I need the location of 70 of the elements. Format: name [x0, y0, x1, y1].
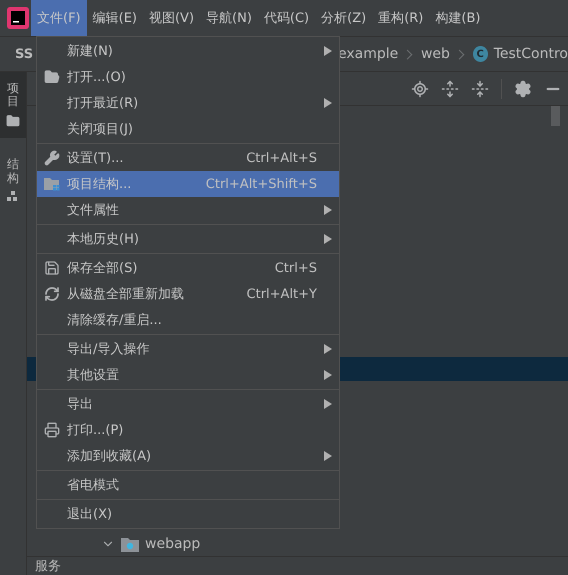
menu-item-label: 设置(T)... — [67, 150, 124, 167]
web-folder-icon — [121, 536, 139, 552]
menu-bar-item[interactable]: 编辑(E) — [86, 0, 143, 36]
breadcrumb[interactable]: example — [338, 46, 398, 62]
refresh-icon — [44, 286, 60, 302]
printer-icon — [44, 422, 60, 438]
menu-item[interactable]: 添加到收藏(A) — [37, 443, 339, 469]
menu-item-label: 其他设置 — [67, 367, 120, 384]
side-tab-label: 项目 — [7, 82, 19, 108]
menu-item[interactable]: 省电模式 — [37, 472, 339, 498]
side-tab[interactable]: 项目 — [0, 72, 26, 138]
services-tab[interactable]: 服务 — [35, 557, 61, 575]
menu-item-label: 保存全部(S) — [67, 260, 138, 277]
expand-all-icon[interactable] — [441, 80, 459, 98]
menu-bar-item[interactable]: 导航(N) — [200, 0, 258, 36]
menu-item-label: 退出(X) — [67, 506, 114, 523]
menu-item[interactable]: 打印...(P) — [37, 417, 339, 443]
menu-item[interactable]: 打开最近(R) — [37, 90, 339, 116]
menu-item-label: 新建(N) — [67, 43, 114, 60]
scrollbar-thumb[interactable] — [551, 106, 560, 126]
menu-item[interactable]: 文件属性 — [37, 197, 339, 223]
structure-icon — [7, 190, 19, 203]
menu-item[interactable]: 导出/导入操作 — [37, 336, 339, 362]
menu-item[interactable]: 导出 — [37, 391, 339, 417]
menu-item-label: 文件属性 — [67, 202, 120, 219]
menu-item[interactable]: 退出(X) — [37, 501, 339, 527]
menu-item-label: 打开最近(R) — [67, 95, 140, 112]
menu-bar-item[interactable]: 视图(V) — [142, 0, 200, 36]
settings-icon[interactable] — [514, 80, 532, 98]
menu-item[interactable]: 清除缓存/重启... — [37, 307, 339, 333]
menu-bar-item[interactable]: 代码(C) — [258, 0, 316, 36]
class-icon: C — [472, 46, 488, 62]
breadcrumb[interactable]: TestContro — [494, 46, 568, 62]
side-tab[interactable]: 结构 — [0, 148, 26, 213]
menu-bar-item[interactable]: 分析(Z) — [315, 0, 372, 36]
menu-bar-item[interactable]: 构建(B) — [429, 0, 486, 36]
side-tab-label: 结构 — [7, 158, 19, 185]
menu-item-label: 省电模式 — [67, 477, 120, 494]
menu-item[interactable]: 保存全部(S) Ctrl+S — [37, 255, 339, 281]
menu-item[interactable]: 从磁盘全部重新加载 Ctrl+Alt+Y — [37, 281, 339, 307]
shortcut-label: Ctrl+Alt+Shift+S — [204, 176, 317, 192]
menu-bar-item[interactable]: 重构(R) — [372, 0, 430, 36]
menu-item[interactable]: 新建(N) — [37, 38, 339, 64]
menu-item-label: 导出/导入操作 — [67, 341, 150, 358]
menu-item[interactable]: 本地历史(H) — [37, 226, 339, 252]
open-folder-icon — [44, 69, 60, 85]
menu-item-label: 项目结构... — [67, 176, 132, 193]
menu-item[interactable]: 打开...(O) — [37, 64, 339, 90]
menu-item-label: 打开...(O) — [67, 69, 127, 86]
menu-item-label: 打印...(P) — [67, 422, 124, 439]
menu-item[interactable]: 关闭项目(J) — [37, 116, 339, 142]
collapse-all-icon[interactable] — [471, 80, 489, 98]
menu-item[interactable]: 设置(T)... Ctrl+Alt+S — [37, 145, 339, 171]
shortcut-label: Ctrl+S — [274, 260, 317, 276]
menu-item-label: 清除缓存/重启... — [67, 312, 163, 329]
folder-icon — [6, 114, 20, 128]
breadcrumb[interactable]: web — [420, 46, 450, 62]
crosshair-icon[interactable] — [411, 80, 429, 98]
menu-item-label: 本地历史(H) — [67, 231, 140, 248]
menu-item-label: 关闭项目(J) — [67, 121, 134, 138]
wrench-icon — [44, 150, 60, 166]
menu-item-label: 添加到收藏(A) — [67, 448, 152, 465]
folder-grid-icon — [44, 177, 60, 191]
shortcut-label: Ctrl+Alt+Y — [246, 286, 317, 302]
menu-item-label: 导出 — [67, 396, 94, 413]
tree-item-label[interactable]: webapp — [145, 536, 200, 552]
menu-item-label: 从磁盘全部重新加载 — [67, 286, 185, 303]
menu-item[interactable]: 其他设置 — [37, 362, 339, 388]
project-name[interactable]: SS — [0, 46, 34, 62]
shortcut-label: Ctrl+Alt+S — [245, 150, 317, 166]
